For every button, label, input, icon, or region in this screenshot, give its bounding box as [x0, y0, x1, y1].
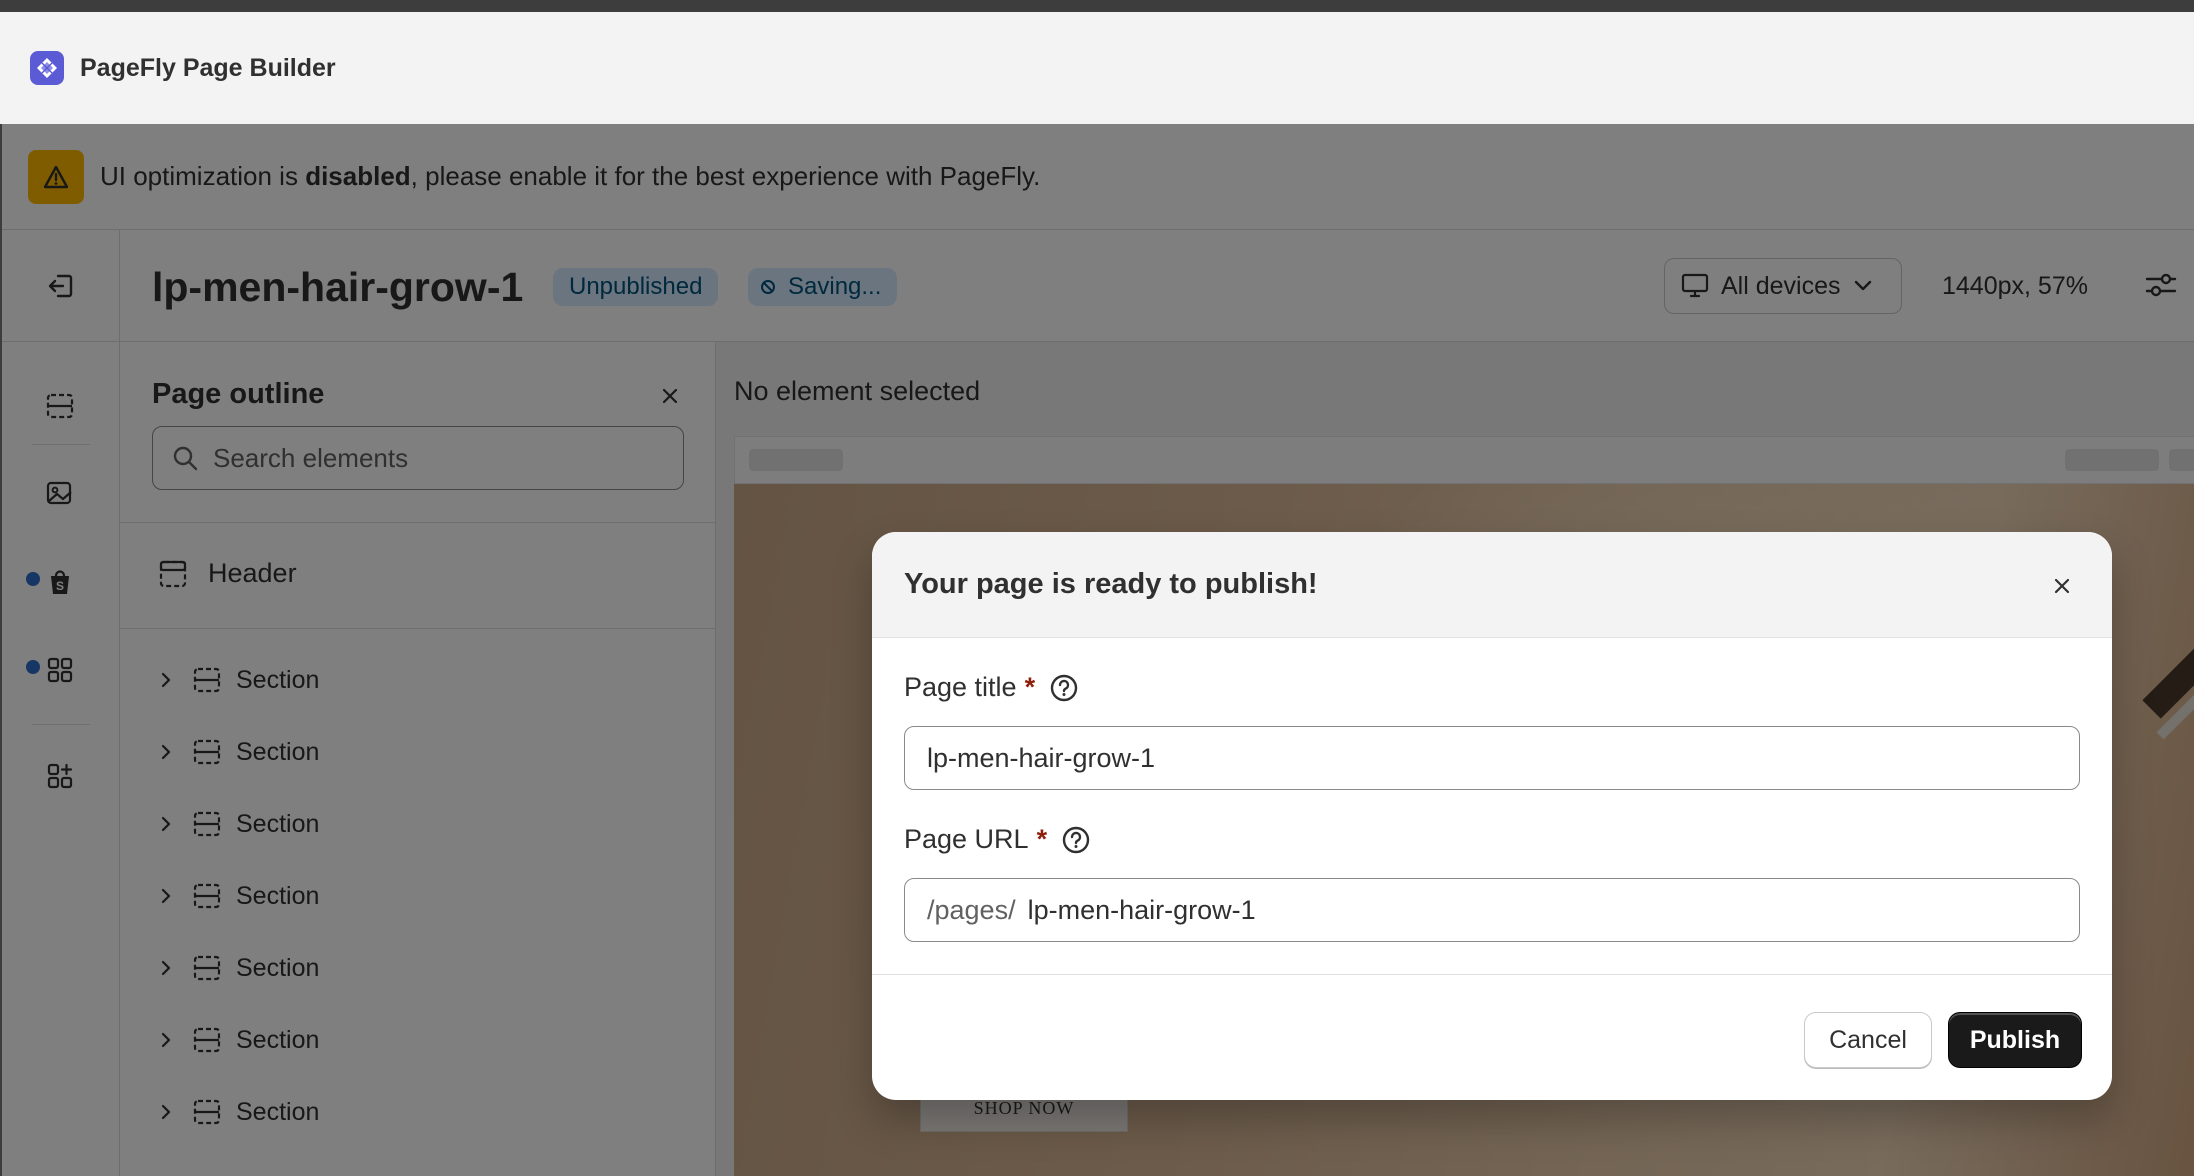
app-titlebar: PageFly Page Builder	[0, 12, 2194, 124]
cancel-button[interactable]: Cancel	[1804, 1012, 1932, 1068]
publish-dialog-close-button[interactable]	[2044, 568, 2080, 604]
titlebar-container: PageFly Page Builder	[0, 12, 2194, 124]
page-url-input[interactable]	[1027, 894, 2028, 926]
required-marker: *	[1036, 824, 1048, 854]
page-url-label-text: Page URL	[904, 824, 1029, 854]
publish-dialog: Your page is ready to publish! Page titl…	[872, 532, 2112, 1100]
required-marker: *	[1024, 672, 1036, 702]
page-title-label: Page title *	[904, 672, 1079, 703]
page-url-label: Page URL *	[904, 824, 1091, 855]
page-url-prefix: /pages/	[927, 894, 1016, 925]
help-icon[interactable]	[1061, 825, 1091, 855]
pagefly-logo-icon	[30, 51, 64, 85]
page-title-input[interactable]	[927, 742, 1927, 774]
close-icon	[2054, 578, 2070, 594]
publish-dialog-header: Your page is ready to publish!	[872, 532, 2112, 638]
publish-dialog-title: Your page is ready to publish!	[904, 568, 1318, 600]
publish-button[interactable]: Publish	[1948, 1012, 2082, 1068]
page-title-field[interactable]	[904, 726, 2080, 790]
publish-dialog-divider	[872, 974, 2112, 975]
help-icon[interactable]	[1049, 673, 1079, 703]
page-title-label-text: Page title	[904, 672, 1017, 702]
app-title: PageFly Page Builder	[80, 53, 336, 82]
page-url-field[interactable]: /pages/	[904, 878, 2080, 942]
